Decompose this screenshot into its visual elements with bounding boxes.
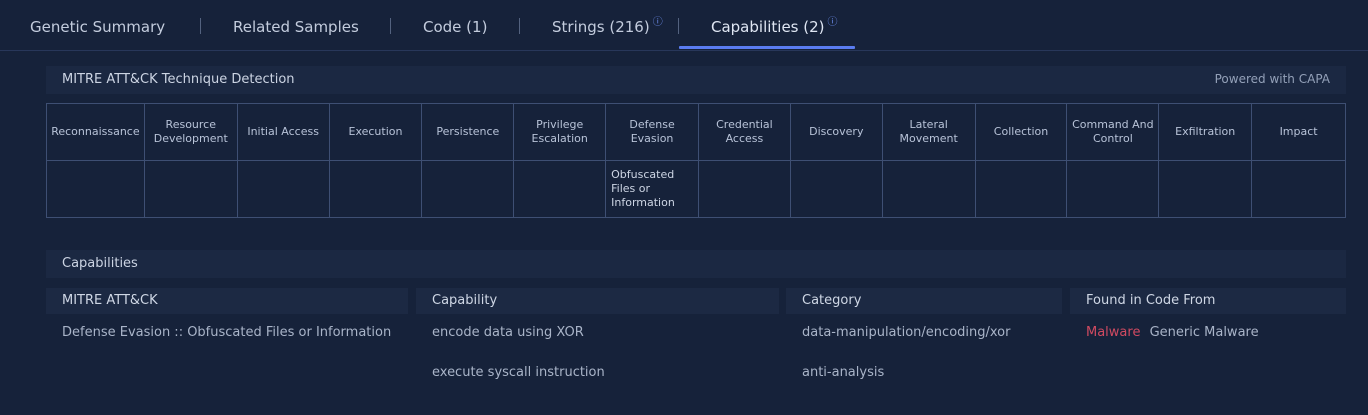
mitre-tactic-header: Exfiltration <box>1159 104 1253 160</box>
mitre-tactic-header: Credential Access <box>699 104 791 160</box>
mitre-panel-title: MITRE ATT&CK Technique Detection <box>62 72 295 87</box>
mitre-tactic-header: Collection <box>976 104 1068 160</box>
tab-separator <box>390 18 391 34</box>
capability-cell: execute syscall instruction <box>432 365 605 380</box>
tab-label: Capabilities (2) <box>711 18 825 36</box>
mitre-tactic-header: Resource Development <box>145 104 238 160</box>
mitre-tactic-header: Privilege Escalation <box>514 104 607 160</box>
capabilities-panel-header: Capabilities <box>46 250 1346 278</box>
mitre-technique-cell <box>699 160 791 217</box>
mitre-technique-cell <box>976 160 1068 217</box>
column-header-category[interactable]: Category <box>786 288 1062 314</box>
tab-capabilities[interactable]: Capabilities (2) ⓘ <box>711 17 838 37</box>
mitre-technique-cell <box>1159 160 1253 217</box>
mitre-tactic-header: Command And Control <box>1067 104 1160 160</box>
mitre-technique-cell <box>514 160 607 217</box>
active-tab-indicator <box>679 46 855 49</box>
tab-label: Code (1) <box>423 18 488 36</box>
info-icon[interactable]: ⓘ <box>653 17 663 28</box>
mitre-technique-cell <box>145 160 238 217</box>
column-header-label: Capability <box>432 293 498 308</box>
mitre-tactic-header: Initial Access <box>238 104 330 160</box>
malware-tag[interactable]: Malware <box>1086 325 1140 340</box>
column-header-found-in-code[interactable]: Found in Code From <box>1070 288 1346 314</box>
malware-family-link[interactable]: Generic Malware <box>1150 325 1259 340</box>
tab-code[interactable]: Code (1) <box>423 17 487 37</box>
tab-label: Genetic Summary <box>30 18 166 36</box>
mitre-technique-cell <box>1067 160 1160 217</box>
mitre-technique-cell <box>883 160 976 217</box>
powered-by-label: Powered with CAPA <box>1214 72 1330 86</box>
mitre-tactic-header: Execution <box>330 104 423 160</box>
mitre-tactic-header: Reconnaissance <box>47 104 145 160</box>
tab-bar: Genetic Summary Related Samples Code (1)… <box>0 0 1368 51</box>
tab-strings[interactable]: Strings (216) ⓘ <box>552 17 663 37</box>
mitre-tactic-header: Persistence <box>422 104 515 160</box>
tab-label: Strings (216) <box>552 18 650 36</box>
capability-cell: encode data using XOR <box>432 325 584 340</box>
mitre-technique-cell <box>238 160 330 217</box>
found-in-code-cell: Malware Generic Malware <box>1086 325 1259 340</box>
tab-genetic-summary[interactable]: Genetic Summary <box>30 17 165 37</box>
mitre-tactic-header: Impact <box>1279 125 1318 138</box>
column-header-label: Category <box>802 293 862 308</box>
mitre-technique-cell[interactable]: Obfuscated Files or Information <box>606 160 699 217</box>
tab-separator <box>200 18 201 34</box>
capabilities-panel-title: Capabilities <box>62 256 138 271</box>
mitre-technique-cell <box>791 160 883 217</box>
mitre-matrix: Reconnaissance Resource Development Initia… <box>46 103 1346 218</box>
mitre-tactics-row: Reconnaissance Resource Development Initia… <box>47 104 1345 161</box>
mitre-techniques-row: Obfuscated Files or Information <box>47 160 1345 217</box>
mitre-tactic-header: Discovery <box>791 104 883 160</box>
mitre-technique-cell <box>47 160 145 217</box>
mitre-panel-header: MITRE ATT&CK Technique Detection Powered… <box>46 66 1346 94</box>
info-icon[interactable]: ⓘ <box>828 17 838 28</box>
category-cell: anti-analysis <box>802 365 885 380</box>
column-header-label: MITRE ATT&CK <box>62 293 158 308</box>
mitre-tactic-header: Lateral Movement <box>883 104 976 160</box>
category-cell: data-manipulation/encoding/xor <box>802 325 1011 340</box>
mitre-technique-cell: Defense Evasion :: Obfuscated Files or I… <box>62 325 392 340</box>
column-header-capability[interactable]: Capability <box>416 288 779 314</box>
column-header-mitre[interactable]: MITRE ATT&CK <box>46 288 408 314</box>
mitre-technique-cell <box>1252 160 1345 217</box>
mitre-technique-cell <box>422 160 515 217</box>
mitre-tactic-header: Defense Evasion <box>606 104 699 160</box>
mitre-technique-cell <box>330 160 423 217</box>
tab-related-samples[interactable]: Related Samples <box>233 17 359 37</box>
tab-separator <box>678 18 679 34</box>
tab-separator <box>519 18 520 34</box>
tab-label: Related Samples <box>233 18 359 36</box>
column-header-label: Found in Code From <box>1086 293 1216 308</box>
